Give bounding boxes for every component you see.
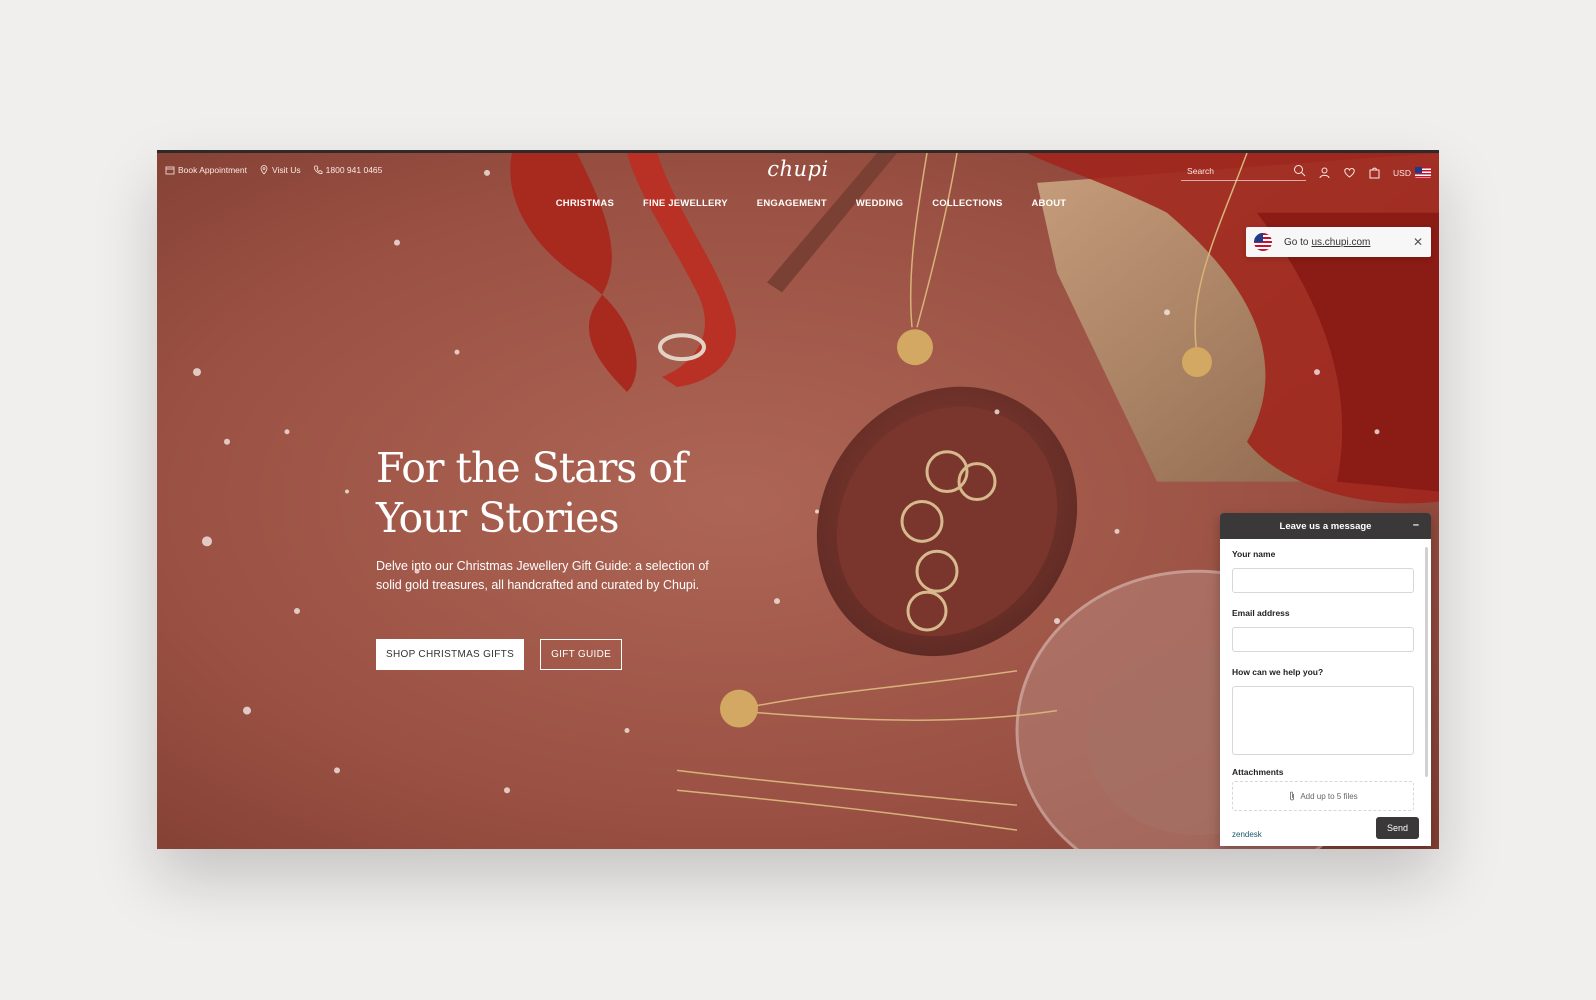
chupi-logo[interactable]: chupi xyxy=(767,157,828,181)
search-placeholder: Search xyxy=(1187,165,1214,176)
email-field[interactable] xyxy=(1232,627,1414,652)
search-input[interactable]: Search xyxy=(1181,164,1307,181)
attachments-label: Attachments xyxy=(1232,767,1284,777)
utility-links: Book Appointment Visit Us 1800 941 0465 xyxy=(165,165,382,175)
minimize-icon[interactable]: – xyxy=(1413,519,1419,531)
region-prefix: Go to xyxy=(1284,236,1309,248)
wishlist-heart-icon[interactable] xyxy=(1343,166,1356,179)
nav-christmas[interactable]: CHRISTMAS xyxy=(556,198,614,209)
email-label: Email address xyxy=(1232,608,1290,618)
currency-label: USD xyxy=(1393,167,1411,178)
attachment-dropzone[interactable]: Add up to 5 files xyxy=(1232,781,1414,811)
chat-widget: Leave us a message – Your name Email add… xyxy=(1220,513,1431,846)
book-appointment-label: Book Appointment xyxy=(178,165,247,175)
us-flag-icon xyxy=(1254,233,1272,251)
hero-title: For the Stars of Your Stories xyxy=(376,444,687,542)
chat-scrollbar[interactable] xyxy=(1425,547,1428,777)
visit-us-link[interactable]: Visit Us xyxy=(259,165,301,175)
gift-guide-button[interactable]: GIFT GUIDE xyxy=(540,639,623,670)
account-icon[interactable] xyxy=(1318,166,1331,179)
name-field[interactable] xyxy=(1232,568,1414,593)
chat-footer: zendesk Send xyxy=(1232,817,1419,839)
nav-collections[interactable]: COLLECTIONS xyxy=(932,198,1002,209)
nav-fine-jewellery[interactable]: FINE JEWELLERY xyxy=(643,198,728,209)
message-field[interactable] xyxy=(1232,686,1414,755)
region-redirect-notice: Go to us.chupi.com ✕ xyxy=(1246,227,1431,257)
location-pin-icon xyxy=(260,165,268,175)
hero-cta-row: SHOP CHRISTMAS GIFTS GIFT GUIDE xyxy=(376,639,623,670)
phone-icon xyxy=(313,165,323,174)
visit-us-label: Visit Us xyxy=(272,165,301,175)
nav-engagement[interactable]: ENGAGEMENT xyxy=(757,198,827,209)
search-icon[interactable] xyxy=(1293,164,1306,177)
hero-description: Delve into our Christmas Jewellery Gift … xyxy=(376,559,709,592)
name-label: Your name xyxy=(1232,549,1276,559)
book-appointment-link[interactable]: Book Appointment xyxy=(165,165,247,175)
chat-form: Your name Email address How can we help … xyxy=(1220,539,1431,811)
nav-wedding[interactable]: WEDDING xyxy=(856,198,903,209)
main-navigation: CHRISTMAS FINE JEWELLERY ENGAGEMENT WEDD… xyxy=(157,198,1439,209)
zendesk-link[interactable]: zendesk xyxy=(1232,830,1262,839)
region-link[interactable]: us.chupi.com xyxy=(1311,237,1370,248)
paperclip-icon xyxy=(1290,791,1295,801)
shop-christmas-gifts-button[interactable]: SHOP CHRISTMAS GIFTS xyxy=(376,639,525,670)
browser-frame: Book Appointment Visit Us 1800 941 0465 … xyxy=(157,150,1439,849)
header-actions: Search USD xyxy=(1181,164,1431,181)
shopping-bag-icon[interactable] xyxy=(1368,166,1381,179)
phone-number: 1800 941 0465 xyxy=(325,165,383,175)
phone-link[interactable]: 1800 941 0465 xyxy=(313,165,383,175)
chat-header: Leave us a message – xyxy=(1220,513,1431,539)
calendar-icon xyxy=(165,166,175,175)
currency-selector[interactable]: USD xyxy=(1393,167,1431,178)
send-button[interactable]: Send xyxy=(1375,817,1419,839)
attachment-text: Add up to 5 files xyxy=(1300,791,1358,801)
chat-title: Leave us a message xyxy=(1279,520,1372,532)
close-icon[interactable]: ✕ xyxy=(1413,235,1423,249)
help-label: How can we help you? xyxy=(1232,667,1324,677)
us-flag-icon xyxy=(1415,167,1431,178)
nav-about[interactable]: ABOUT xyxy=(1032,198,1067,209)
